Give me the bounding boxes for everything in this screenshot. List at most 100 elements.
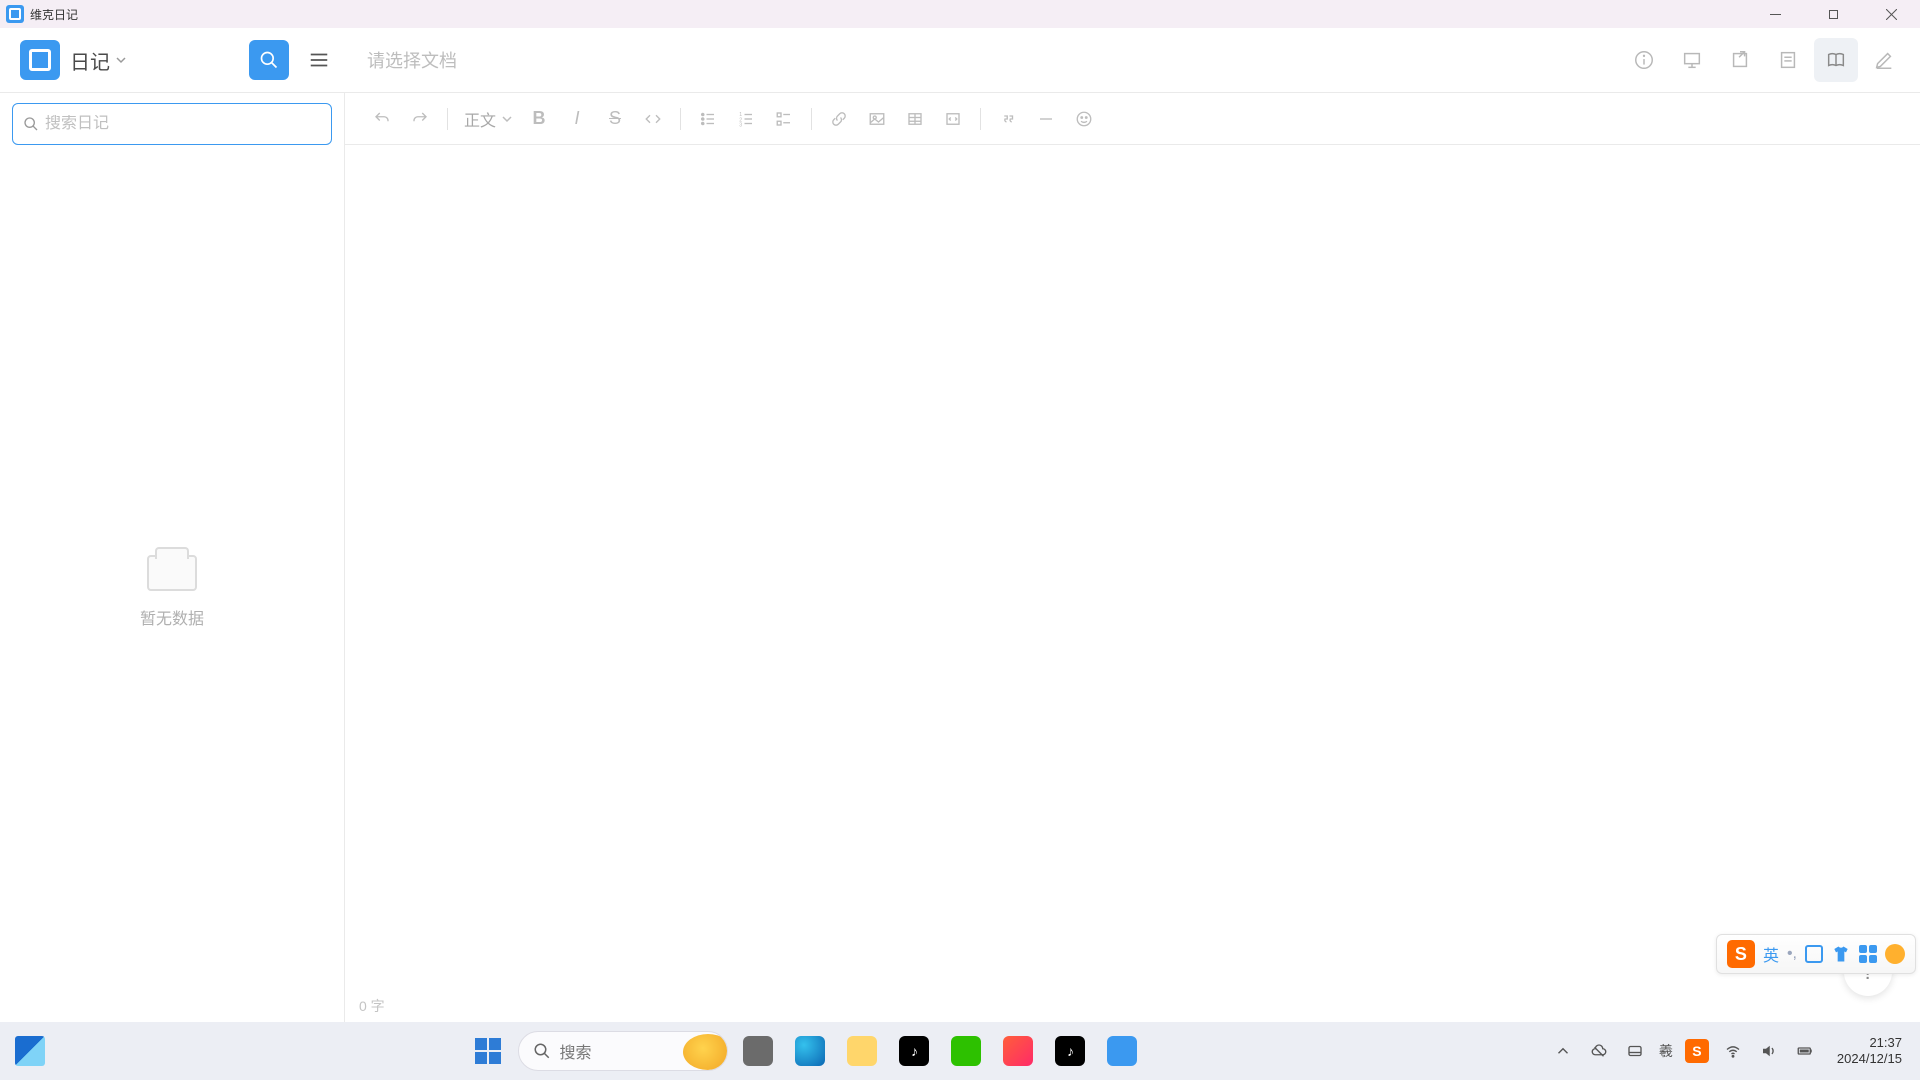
window-controls	[1746, 0, 1920, 28]
pinned-app-icon[interactable]	[15, 1036, 45, 1066]
quote-icon	[999, 110, 1017, 128]
ime-punct-button[interactable]: •,	[1787, 945, 1797, 963]
close-button[interactable]	[1862, 0, 1920, 28]
taskbar-search-placeholder: 搜索	[559, 1039, 591, 1063]
search-button[interactable]	[249, 40, 289, 80]
bold-button[interactable]: B	[522, 102, 556, 136]
presentation-button[interactable]	[1670, 38, 1714, 82]
redo-button[interactable]	[403, 102, 437, 136]
ime-toolbar[interactable]: S 英 •,	[1716, 934, 1916, 974]
emoji-button[interactable]	[1067, 102, 1101, 136]
emoji-icon	[1075, 110, 1093, 128]
windows-icon	[475, 1038, 501, 1064]
tiktok-button[interactable]: ♪	[892, 1029, 936, 1073]
edit-button[interactable]	[1862, 38, 1906, 82]
task-list-button[interactable]	[767, 102, 801, 136]
touchpad-icon[interactable]	[1623, 1039, 1647, 1063]
task-view-button[interactable]	[736, 1029, 780, 1073]
numbered-list-icon: 123	[737, 110, 755, 128]
search-highlight-icon	[683, 1034, 728, 1070]
system-tray: 羲 S 21:37 2024/12/15	[1551, 1035, 1920, 1068]
italic-button[interactable]: I	[560, 102, 594, 136]
code-button[interactable]	[636, 102, 670, 136]
table-icon	[906, 110, 924, 128]
speaker-icon	[1760, 1042, 1778, 1060]
editor-area: 正文 B I S 123	[345, 93, 1920, 1022]
strikethrough-button[interactable]: S	[598, 102, 632, 136]
battery-icon[interactable]	[1793, 1039, 1817, 1063]
header-right	[1622, 38, 1920, 82]
undo-button[interactable]	[365, 102, 399, 136]
edge-button[interactable]	[788, 1029, 832, 1073]
tray-overflow-button[interactable]	[1551, 1039, 1575, 1063]
empty-state: 暂无数据	[0, 155, 344, 1022]
tray-char-icon[interactable]: 羲	[1659, 1041, 1673, 1061]
grid-icon	[1859, 945, 1877, 963]
book-icon	[1825, 49, 1847, 71]
keyboard-icon	[1805, 945, 1823, 963]
paragraph-style-dropdown[interactable]: 正文	[458, 107, 518, 131]
weibo-button[interactable]	[996, 1029, 1040, 1073]
reading-view-button[interactable]	[1814, 38, 1858, 82]
editor-body[interactable]: 0 字	[345, 145, 1920, 1022]
hr-button[interactable]	[1029, 102, 1063, 136]
content-area: 暂无数据 正文 B I S 123	[0, 92, 1920, 1022]
outline-button[interactable]	[1766, 38, 1810, 82]
ime-keyboard-button[interactable]	[1805, 945, 1823, 963]
file-explorer-button[interactable]	[840, 1029, 884, 1073]
ime-toolbox-button[interactable]	[1859, 945, 1877, 963]
task-list-icon	[775, 110, 793, 128]
windows-taskbar: 搜索 ♪ ♪ 羲 S 21:37 2024/12/15	[0, 1022, 1920, 1080]
image-button[interactable]	[860, 102, 894, 136]
taskbar-search[interactable]: 搜索	[518, 1031, 728, 1071]
header-middle: 请选择文档	[345, 47, 1622, 73]
shirt-icon	[1831, 944, 1851, 964]
outline-icon	[1777, 49, 1799, 71]
minimize-button[interactable]	[1746, 0, 1804, 28]
search-icon	[259, 50, 279, 70]
app-icon	[1107, 1036, 1137, 1066]
diary-dropdown[interactable]: 日记	[70, 46, 126, 75]
sogou-ime-icon[interactable]: S	[1727, 940, 1755, 968]
ime-lang-button[interactable]: 英	[1763, 942, 1779, 966]
sogou-tray-icon[interactable]: S	[1685, 1039, 1709, 1063]
chevron-up-icon	[1554, 1042, 1572, 1060]
quote-button[interactable]	[991, 102, 1025, 136]
clock-time: 21:37	[1837, 1035, 1902, 1051]
bullet-list-button[interactable]	[691, 102, 725, 136]
taskbar-clock[interactable]: 21:37 2024/12/15	[1829, 1035, 1910, 1068]
search-input[interactable]	[45, 115, 321, 133]
app-icon	[6, 5, 24, 23]
touchpad-icon	[1626, 1042, 1644, 1060]
info-button[interactable]	[1622, 38, 1666, 82]
sidebar-search[interactable]	[12, 103, 332, 145]
wifi-icon[interactable]	[1721, 1039, 1745, 1063]
ime-skin-button[interactable]	[1831, 944, 1851, 964]
onedrive-icon[interactable]	[1587, 1039, 1611, 1063]
start-button[interactable]	[466, 1029, 510, 1073]
volume-icon[interactable]	[1757, 1039, 1781, 1063]
table-button[interactable]	[898, 102, 932, 136]
face-icon	[1885, 944, 1905, 964]
hamburger-menu-button[interactable]	[299, 40, 339, 80]
taskbar-left	[0, 1036, 60, 1066]
link-button[interactable]	[822, 102, 856, 136]
ime-emoji-button[interactable]	[1885, 944, 1905, 964]
redo-icon	[411, 110, 429, 128]
search-icon	[23, 116, 39, 132]
empty-inbox-icon	[147, 555, 197, 591]
wechat-button[interactable]	[944, 1029, 988, 1073]
wifi-icon	[1724, 1042, 1742, 1060]
numbered-list-button[interactable]: 123	[729, 102, 763, 136]
codeblock-button[interactable]	[936, 102, 970, 136]
folder-icon	[847, 1036, 877, 1066]
douyin-button[interactable]: ♪	[1048, 1029, 1092, 1073]
chevron-down-icon	[502, 114, 512, 124]
app-logo[interactable]	[20, 40, 60, 80]
hr-icon	[1037, 110, 1055, 128]
toolbar-separator	[447, 108, 448, 130]
tiktok-icon: ♪	[899, 1036, 929, 1066]
maximize-button[interactable]	[1804, 0, 1862, 28]
export-button[interactable]	[1718, 38, 1762, 82]
weike-diary-button[interactable]	[1100, 1029, 1144, 1073]
